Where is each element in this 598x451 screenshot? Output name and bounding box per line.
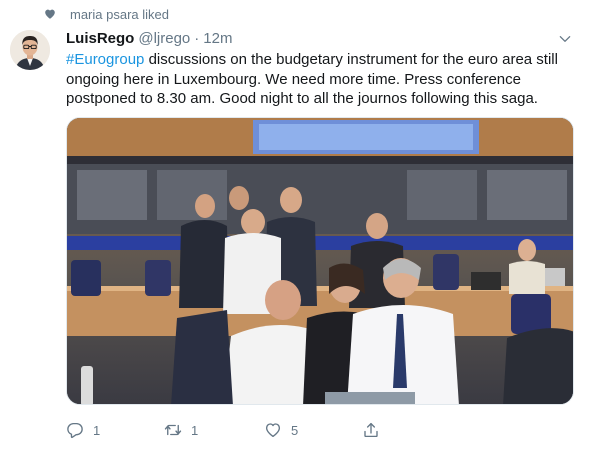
reply-count: 1: [93, 422, 101, 438]
tweet-header: LuisRego @ljrego · 12m: [66, 30, 232, 48]
chevron-down-icon[interactable]: [558, 32, 572, 46]
reply-icon: [67, 422, 83, 439]
avatar-image: [10, 30, 50, 70]
like-button[interactable]: 5: [264, 420, 298, 440]
author-handle[interactable]: @ljrego: [138, 30, 190, 48]
reply-button[interactable]: 1: [66, 420, 100, 440]
separator-dot: ·: [194, 30, 200, 47]
photo-illustration: [67, 118, 573, 404]
social-context[interactable]: maria psara liked: [44, 6, 169, 22]
like-count: 5: [291, 422, 299, 438]
hashtag-link[interactable]: #Eurogroup: [66, 51, 144, 68]
heart-outline-icon: [265, 423, 281, 438]
retweet-button[interactable]: 1: [164, 420, 198, 440]
tweet-actions: 1 1 5: [66, 420, 486, 440]
retweet-icon: [164, 424, 182, 436]
tweet-text: #Eurogroup discussions on the budgetary …: [66, 50, 566, 109]
tweet-timestamp[interactable]: 12m: [203, 30, 232, 48]
heart-icon: [45, 9, 55, 19]
retweet-count: 1: [191, 422, 199, 438]
avatar[interactable]: [10, 30, 50, 70]
tweet-photo[interactable]: [66, 117, 574, 405]
social-context-text: maria psara liked: [70, 6, 169, 22]
share-icon: [364, 422, 378, 438]
share-button[interactable]: [362, 420, 380, 440]
author-name[interactable]: LuisRego: [66, 30, 134, 48]
